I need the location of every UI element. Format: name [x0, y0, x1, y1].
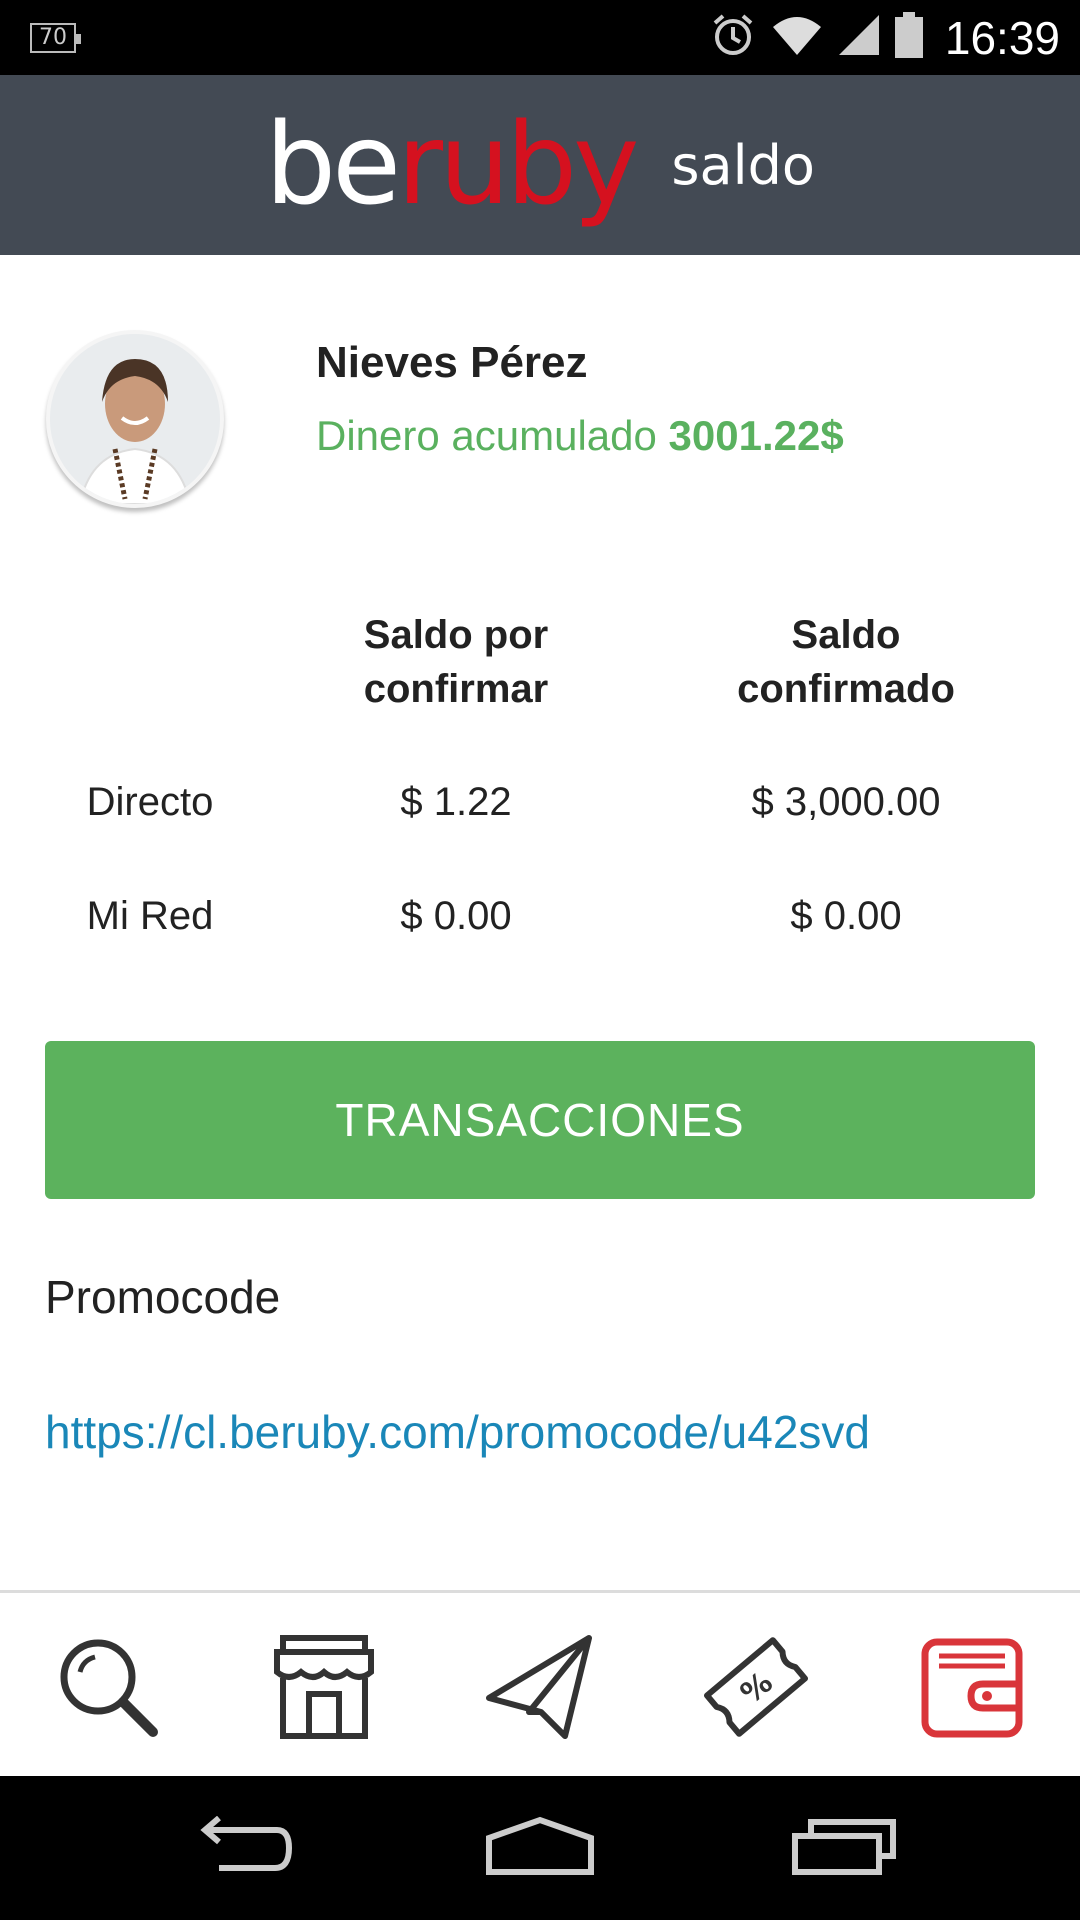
logo-ruby: ruby — [397, 100, 639, 230]
status-time: 16:39 — [944, 11, 1060, 64]
status-bar: 70 16:39 — [0, 0, 1080, 75]
cell-directo-confirmed: $ 3,000.00 — [751, 780, 941, 824]
accumulated-money: Dinero acumulado 3001.22$ — [316, 412, 844, 460]
column-header-pending: Saldo por confirmar — [363, 613, 549, 711]
system-back-button[interactable] — [170, 1798, 310, 1898]
home-icon — [485, 1816, 595, 1881]
promocode-title: Promocode — [45, 1271, 281, 1323]
cell-mi-red-pending: $ 0.00 — [400, 894, 512, 938]
battery-icon — [894, 12, 923, 63]
avatar — [46, 330, 224, 508]
row-label-directo: Directo — [86, 780, 214, 824]
cell-mi-red-confirmed: $ 0.00 — [790, 894, 902, 938]
app-header: be ruby saldo — [0, 75, 1080, 255]
wifi-icon — [771, 13, 823, 62]
cell-directo-pending: $ 1.22 — [400, 780, 512, 824]
logo-be: be — [265, 100, 401, 230]
row-label-mi-red: Mi Red — [86, 894, 214, 938]
battery-level-indicator: 70 — [30, 23, 81, 53]
recents-icon — [789, 1816, 899, 1881]
search-icon — [53, 1632, 163, 1747]
signal-icon — [837, 13, 881, 62]
back-arrow-icon — [185, 1815, 295, 1881]
transactions-button[interactable]: TRANSACCIONES — [45, 1041, 1035, 1199]
nav-store[interactable] — [264, 1629, 384, 1749]
alarm-icon — [709, 11, 757, 64]
system-recents-button[interactable] — [774, 1798, 914, 1898]
system-nav-bar — [0, 1776, 1080, 1920]
nav-discounts[interactable]: % — [696, 1629, 816, 1749]
discount-ticket-icon: % — [701, 1632, 811, 1747]
wallet-icon — [917, 1632, 1027, 1747]
accumulated-label: Dinero acumulado — [316, 412, 657, 459]
store-icon — [269, 1632, 379, 1747]
bottom-nav: % — [0, 1590, 1080, 1776]
user-name: Nieves Pérez — [316, 338, 588, 387]
nav-search[interactable] — [48, 1629, 168, 1749]
nav-wallet[interactable] — [912, 1629, 1032, 1749]
beruby-logo: be ruby — [265, 100, 639, 230]
system-home-button[interactable] — [470, 1798, 610, 1898]
battery-level-text: 70 — [39, 25, 67, 50]
page-title: saldo — [671, 133, 815, 197]
accumulated-value: 3001.22$ — [668, 412, 844, 459]
promocode-link[interactable]: https://cl.beruby.com/promocode/u42svd — [45, 1405, 870, 1459]
nav-send[interactable] — [480, 1629, 600, 1749]
column-header-confirmed: Saldo confirmado — [737, 613, 955, 711]
paper-plane-icon — [485, 1632, 595, 1747]
